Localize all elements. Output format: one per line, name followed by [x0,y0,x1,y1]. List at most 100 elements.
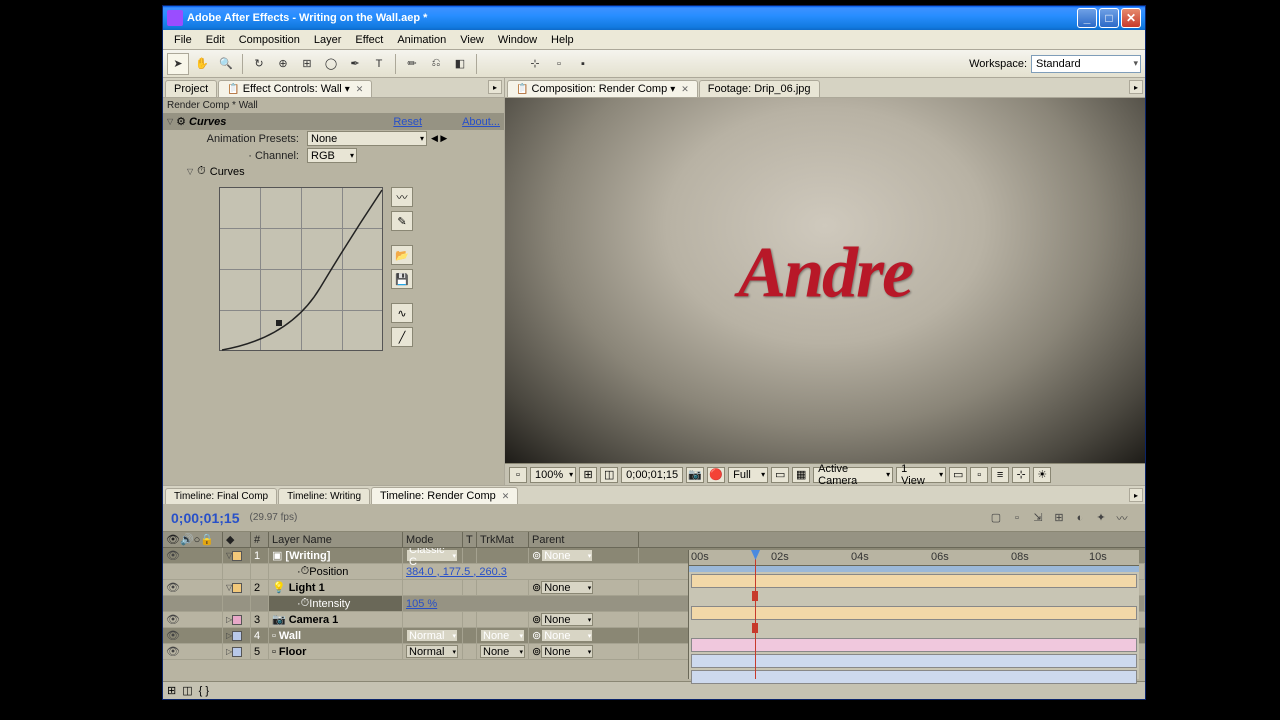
intensity-value[interactable]: 105 % [406,598,437,610]
label-color[interactable] [232,615,242,625]
track-bar[interactable] [691,606,1137,620]
selection-tool-icon[interactable]: ➤ [167,53,189,75]
pickwhip-icon[interactable]: ⊚ [532,549,541,562]
tab-footage[interactable]: Footage: Drip_06.jpg [699,80,820,97]
frame-blend-icon[interactable]: ⊞ [1050,509,1068,527]
shy-icon[interactable]: ⇲ [1029,509,1047,527]
draft3d-icon[interactable]: ▫ [1008,509,1026,527]
resolution-dropdown[interactable]: Full [728,467,768,483]
zoom-dropdown[interactable]: 100% [530,467,576,483]
curve-save-icon[interactable]: 💾 [391,269,413,289]
eye-icon[interactable]: 👁 [166,581,180,594]
col-trkmat[interactable]: TrkMat [477,532,529,547]
tab-composition[interactable]: 📋 Composition: Render Comp ▾✕ [507,80,698,97]
presets-dropdown[interactable]: None [307,131,427,146]
eye-icon[interactable]: 👁 [166,645,180,658]
parent-dropdown[interactable]: None [541,581,593,594]
mask-icon[interactable]: ◫ [600,467,618,483]
curve-linear-icon[interactable]: ╱ [391,327,413,347]
snap-tool-icon[interactable]: ▪ [572,53,594,75]
camera-tool-icon[interactable]: ⊕ [272,53,294,75]
twirl-down-icon[interactable]: ▽ [167,117,173,126]
stopwatch-icon[interactable]: ⏱ [197,165,206,178]
col-av-icon[interactable]: 👁🔊○🔒 [163,532,223,547]
views-dropdown[interactable]: 1 View [896,467,946,483]
camera-dropdown[interactable]: Active Camera [813,467,893,483]
about-link[interactable]: About... [462,116,500,128]
panel-menu-icon[interactable]: ▸ [488,80,502,94]
twirl-curves-icon[interactable]: ▽ [187,167,193,176]
reset-link[interactable]: Reset [393,116,422,128]
menu-file[interactable]: File [167,32,199,48]
mode-dropdown[interactable]: Normal [406,629,458,642]
pen-tool-icon[interactable]: ✒ [344,53,366,75]
close-tab-icon[interactable]: ✕ [681,84,689,95]
label-color[interactable] [232,647,242,657]
fx-icon[interactable]: ⚙ [176,115,186,128]
pixel-aspect-icon[interactable]: ▭ [949,467,967,483]
comp-flowchart-icon[interactable]: ⊹ [1012,467,1030,483]
tab-timeline-final[interactable]: Timeline: Final Comp [165,488,277,504]
motion-blur-icon[interactable]: ◐ [1071,509,1089,527]
track-bar[interactable] [691,670,1137,684]
workspace-dropdown[interactable]: Standard [1031,55,1141,73]
axis-tool-icon[interactable]: ⊹ [524,53,546,75]
snapshot-icon[interactable]: 📷 [686,467,704,483]
exposure-icon[interactable]: ☀ [1033,467,1051,483]
toggle-modes-icon[interactable]: ◫ [182,684,192,697]
transparency-icon[interactable]: ▦ [792,467,810,483]
panel-menu-icon[interactable]: ▸ [1129,488,1143,502]
eraser-tool-icon[interactable]: ◧ [449,53,471,75]
col-t[interactable]: T [463,532,477,547]
pickwhip-icon[interactable]: ⊚ [532,629,541,642]
pickwhip-icon[interactable]: ⊚ [532,613,541,626]
track-bar[interactable] [691,574,1137,588]
hand-tool-icon[interactable]: ✋ [191,53,213,75]
curves-graph[interactable] [219,187,383,351]
playhead[interactable] [755,550,756,679]
close-tab-icon[interactable]: ✕ [502,491,510,502]
trkmat-dropdown[interactable]: None [480,629,525,642]
menu-composition[interactable]: Composition [232,32,307,48]
minimize-button[interactable]: _ [1077,8,1097,28]
menu-edit[interactable]: Edit [199,32,232,48]
menu-effect[interactable]: Effect [348,32,390,48]
curve-bezier-icon[interactable]: 〰 [391,187,413,207]
menu-window[interactable]: Window [491,32,544,48]
comp-button-icon[interactable]: ▢ [987,509,1005,527]
tab-timeline-render[interactable]: Timeline: Render Comp✕ [371,487,518,504]
effect-header-row[interactable]: ▽ ⚙ Curves Reset About... [163,113,504,130]
col-mode[interactable]: Mode [403,532,463,547]
label-color[interactable] [232,551,242,561]
toggle-switches-icon[interactable]: ⊞ [167,684,176,697]
label-color[interactable] [232,631,242,641]
menu-animation[interactable]: Animation [390,32,453,48]
menu-help[interactable]: Help [544,32,581,48]
close-button[interactable]: ✕ [1121,8,1141,28]
timeline-icon[interactable]: ≡ [991,467,1009,483]
pan-behind-tool-icon[interactable]: ⊞ [296,53,318,75]
track-bar[interactable] [691,654,1137,668]
mask-tool-icon[interactable]: ◯ [320,53,342,75]
current-timecode[interactable]: 0;00;01;15 [171,510,240,526]
label-color[interactable] [232,583,242,593]
eye-icon[interactable]: 👁 [166,613,180,626]
magnify-icon[interactable]: ▫ [509,467,527,483]
pickwhip-icon[interactable]: ⊚ [532,581,541,594]
timeline-track-area[interactable]: 00s 02s 04s 06s 08s 10s [688,550,1139,679]
preset-nav-icon[interactable]: ◀ ▶ [431,133,447,144]
toggle-brackets-icon[interactable]: { } [199,685,209,697]
channel-icon[interactable]: 🔴 [707,467,725,483]
eye-icon[interactable]: 👁 [166,549,180,562]
menu-view[interactable]: View [453,32,491,48]
tab-timeline-writing[interactable]: Timeline: Writing [278,488,370,504]
eye-icon[interactable]: 👁 [166,629,180,642]
track-bar[interactable] [691,638,1137,652]
tab-project[interactable]: Project [165,80,217,97]
mode-tool-icon[interactable]: ▫ [548,53,570,75]
menu-layer[interactable]: Layer [307,32,349,48]
fast-preview-icon[interactable]: ▫ [970,467,988,483]
col-layer-name[interactable]: Layer Name [269,532,403,547]
col-number[interactable]: # [251,532,269,547]
close-tab-icon[interactable]: ✕ [356,84,364,95]
